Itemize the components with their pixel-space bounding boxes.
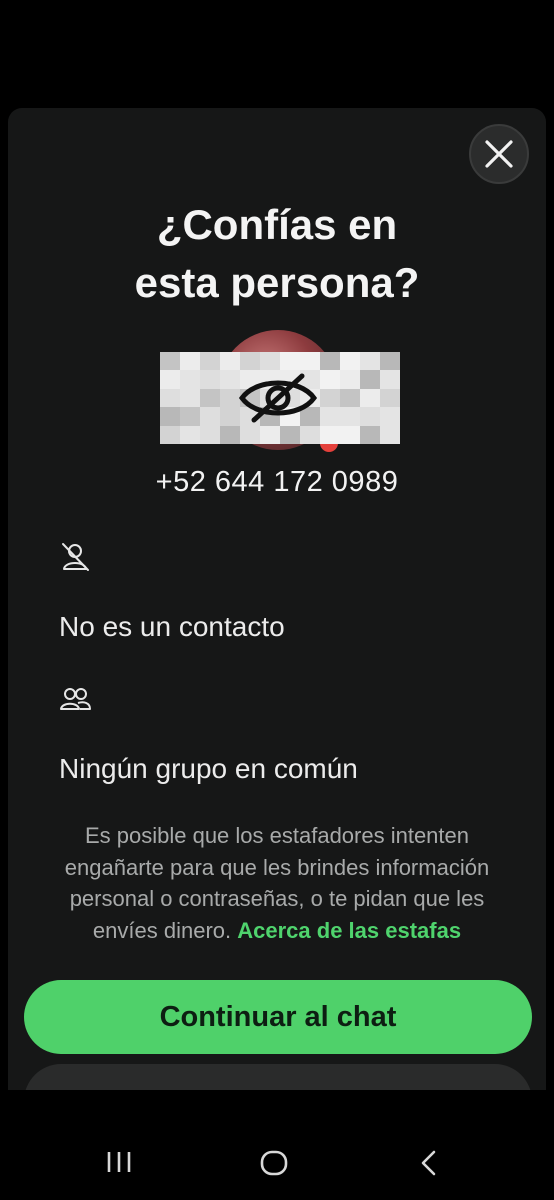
continue-to-chat-button[interactable]: Continuar al chat	[24, 980, 532, 1054]
system-navigation-bar	[0, 1090, 554, 1200]
phone-screen: ¿Confías en esta persona? +52 644 172 09…	[0, 0, 554, 1200]
not-contact-label: No es un contacto	[59, 611, 285, 642]
home-icon[interactable]	[260, 1150, 288, 1176]
about-scams-link[interactable]: Acerca de las estafas	[237, 918, 461, 943]
avatar	[160, 330, 400, 452]
eye-off-icon	[238, 373, 318, 423]
title-line-1: ¿Confías en	[156, 201, 398, 248]
secondary-action-button[interactable]	[24, 1064, 532, 1090]
no-groups-label: Ningún grupo en común	[59, 753, 358, 784]
close-button[interactable]	[469, 124, 529, 184]
group-icon	[60, 688, 91, 710]
recent-apps-icon[interactable]	[106, 1150, 132, 1174]
back-icon[interactable]	[418, 1150, 440, 1176]
trust-dialog: ¿Confías en esta persona? +52 644 172 09…	[8, 108, 546, 1090]
phone-number: +52 644 172 0989	[155, 466, 399, 498]
person-off-icon	[62, 543, 89, 571]
dialog-title: ¿Confías en esta persona?	[8, 196, 546, 312]
close-icon	[485, 140, 513, 168]
title-line-2: esta persona?	[134, 259, 420, 306]
scam-warning-text: Es posible que los estafadores intenten …	[38, 820, 516, 946]
